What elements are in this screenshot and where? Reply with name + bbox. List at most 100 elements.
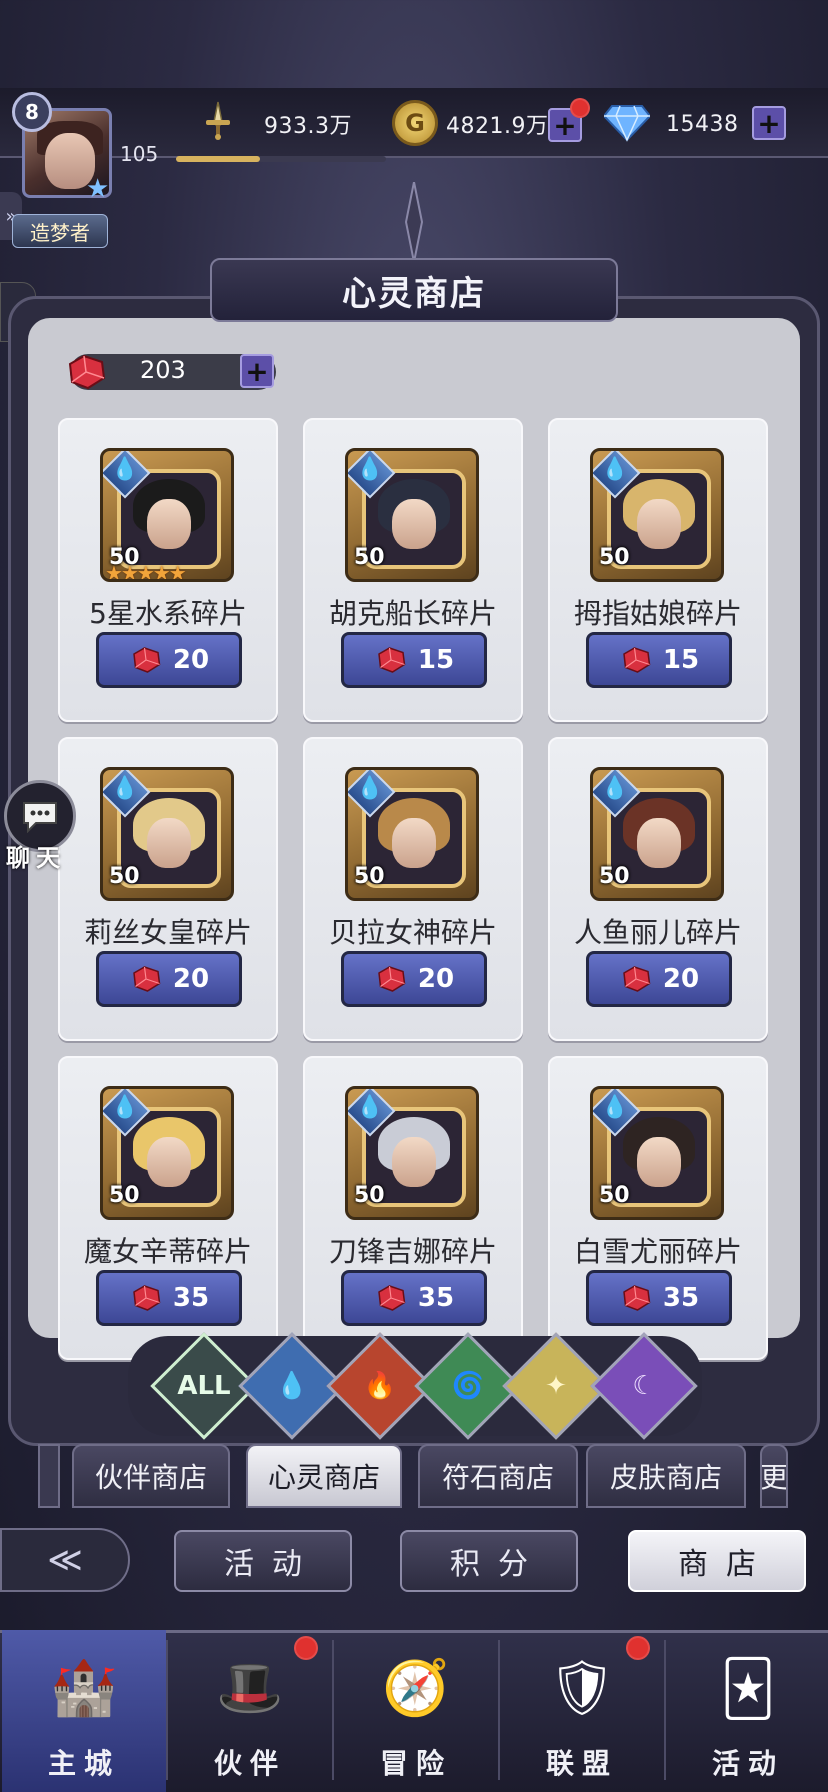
red-crystal-icon (378, 966, 406, 992)
item-shard-icon[interactable]: 💧 50 (590, 767, 724, 901)
buy-button[interactable]: 20 (341, 951, 487, 1007)
subnav-points-button[interactable]: 积分 (400, 1530, 578, 1592)
nav-label: 冒险 (379, 1747, 452, 1780)
shop-title: 心灵商店 (210, 258, 618, 322)
buy-button[interactable]: 15 (586, 632, 732, 688)
nav-label: 活动 (711, 1747, 784, 1780)
red-crystal-icon (623, 1285, 651, 1311)
buy-button[interactable]: 20 (96, 632, 242, 688)
portrait-face (147, 499, 191, 549)
item-shard-icon[interactable]: 💧 50 (590, 448, 724, 582)
red-crystal-icon (623, 647, 651, 673)
water-drop-icon: 💧 (601, 776, 629, 801)
red-crystal-icon (133, 1285, 161, 1311)
alliance-notification-dot (626, 1636, 650, 1660)
nav-events[interactable]: 🃏 活动 (666, 1630, 828, 1792)
buy-button[interactable]: 20 (96, 951, 242, 1007)
item-quantity: 50 (354, 864, 385, 889)
item-shard-icon[interactable]: 💧 50 (345, 1086, 479, 1220)
red-crystal-icon (623, 966, 651, 992)
adventure-icon: 🧭 (382, 1656, 450, 1719)
ornament-icon (404, 182, 424, 262)
nav-separator (664, 1640, 666, 1780)
buy-button[interactable]: 35 (96, 1270, 242, 1326)
diamond-value: 15438 (666, 111, 739, 137)
nav-separator (166, 1640, 168, 1780)
water-drop-icon: 💧 (601, 1095, 629, 1120)
subnav-shop-button[interactable]: 商店 (628, 1530, 806, 1592)
portrait-face (392, 1137, 436, 1187)
filter-water-label: 💧 (275, 1371, 309, 1401)
portrait-face (637, 818, 681, 868)
item-name: 人鱼丽儿碎片 (573, 916, 742, 949)
item-shard-icon[interactable]: 💧 50 ★★★★★ (100, 448, 234, 582)
shop-item-card[interactable]: 💧 50 刀锋吉娜碎片 35 (303, 1056, 523, 1360)
back-arrow-icon[interactable]: ≪ (0, 1528, 130, 1592)
shop-item-card[interactable]: 💧 50 拇指姑娘碎片 15 (548, 418, 768, 722)
water-drop-icon: 💧 (356, 776, 384, 801)
currency-amount: 203 (140, 356, 186, 384)
filter-all-label: ALL (177, 1371, 231, 1401)
item-quantity: 50 (109, 864, 140, 889)
filter-wind-label: 🌀 (451, 1371, 485, 1401)
partner-icon: 🎩 (216, 1656, 284, 1719)
shop-item-card[interactable]: 💧 50 贝拉女神碎片 20 (303, 737, 523, 1041)
nav-separator (498, 1640, 500, 1780)
red-crystal-icon (133, 966, 161, 992)
item-shard-icon[interactable]: 💧 50 (345, 448, 479, 582)
item-price: 15 (662, 645, 700, 675)
player-title[interactable]: 造梦者 (12, 214, 108, 248)
shop-item-card[interactable]: 💧 50 莉丝女皇碎片 20 (58, 737, 278, 1041)
main-city-icon: 🏰 (50, 1656, 118, 1719)
item-name: 魔女辛蒂碎片 (83, 1235, 252, 1268)
portrait-face (392, 818, 436, 868)
water-drop-icon: 💧 (111, 457, 139, 482)
shop-item-card[interactable]: 💧 50 胡克船长碎片 15 (303, 418, 523, 722)
add-currency-button[interactable]: + (240, 354, 274, 388)
buy-button[interactable]: 20 (586, 951, 732, 1007)
buy-button[interactable]: 35 (586, 1270, 732, 1326)
portrait-face (147, 1137, 191, 1187)
buy-button[interactable]: 15 (341, 632, 487, 688)
player-level: 105 (120, 142, 159, 166)
item-shard-icon[interactable]: 💧 50 (345, 767, 479, 901)
add-diamond-button[interactable]: + (752, 106, 786, 140)
alliance-icon: 🛡 (547, 1656, 617, 1719)
item-price: 15 (417, 645, 455, 675)
subnav-activity-button[interactable]: 活动 (174, 1530, 352, 1592)
item-shard-icon[interactable]: 💧 50 (590, 1086, 724, 1220)
item-shard-icon[interactable]: 💧 50 (100, 767, 234, 901)
tab-spirit-shop[interactable]: 心灵商店 (246, 1444, 402, 1508)
notification-dot (570, 98, 590, 118)
nav-adventure[interactable]: 🧭 冒险 (334, 1630, 498, 1792)
events-icon: 🃏 (720, 1656, 776, 1720)
tab-partner-shop[interactable]: 伙伴商店 (72, 1444, 230, 1508)
tab-rune-shop[interactable]: 符石商店 (418, 1444, 578, 1508)
shop-item-card[interactable]: 💧 50 白雪尤丽碎片 35 (548, 1056, 768, 1360)
power-display: 933.3万 (264, 106, 352, 142)
filter-fire-label: 🔥 (363, 1371, 397, 1401)
red-crystal-icon (378, 1285, 406, 1311)
shop-item-card[interactable]: 💧 50 人鱼丽儿碎片 20 (548, 737, 768, 1041)
nav-separator (332, 1640, 334, 1780)
tab-skin-shop[interactable]: 皮肤商店 (586, 1444, 746, 1508)
nav-label: 联盟 (545, 1747, 618, 1780)
portrait-face (147, 818, 191, 868)
nav-label: 伙伴 (213, 1747, 286, 1780)
shop-item-card[interactable]: 💧 50 ★★★★★ 5星水系碎片 20 (58, 418, 278, 722)
gold-coin-icon: G (392, 100, 438, 146)
nav-main-city[interactable]: 🏰 主城 (2, 1630, 166, 1792)
gold-value: 4821.9万 (446, 114, 549, 139)
star-rating: ★★★★★ (105, 561, 187, 582)
shop-item-card[interactable]: 💧 50 魔女辛蒂碎片 35 (58, 1056, 278, 1360)
item-quantity: 50 (109, 1183, 140, 1208)
item-shard-icon[interactable]: 💧 50 (100, 1086, 234, 1220)
item-name: 贝拉女神碎片 (328, 916, 497, 949)
item-quantity: 50 (599, 864, 630, 889)
diamond-display: 15438 (666, 106, 739, 142)
item-name: 刀锋吉娜碎片 (328, 1235, 497, 1268)
tab-scroll-left (38, 1444, 60, 1508)
tab-more[interactable]: 更 (760, 1444, 788, 1508)
item-price: 20 (662, 964, 700, 994)
buy-button[interactable]: 35 (341, 1270, 487, 1326)
